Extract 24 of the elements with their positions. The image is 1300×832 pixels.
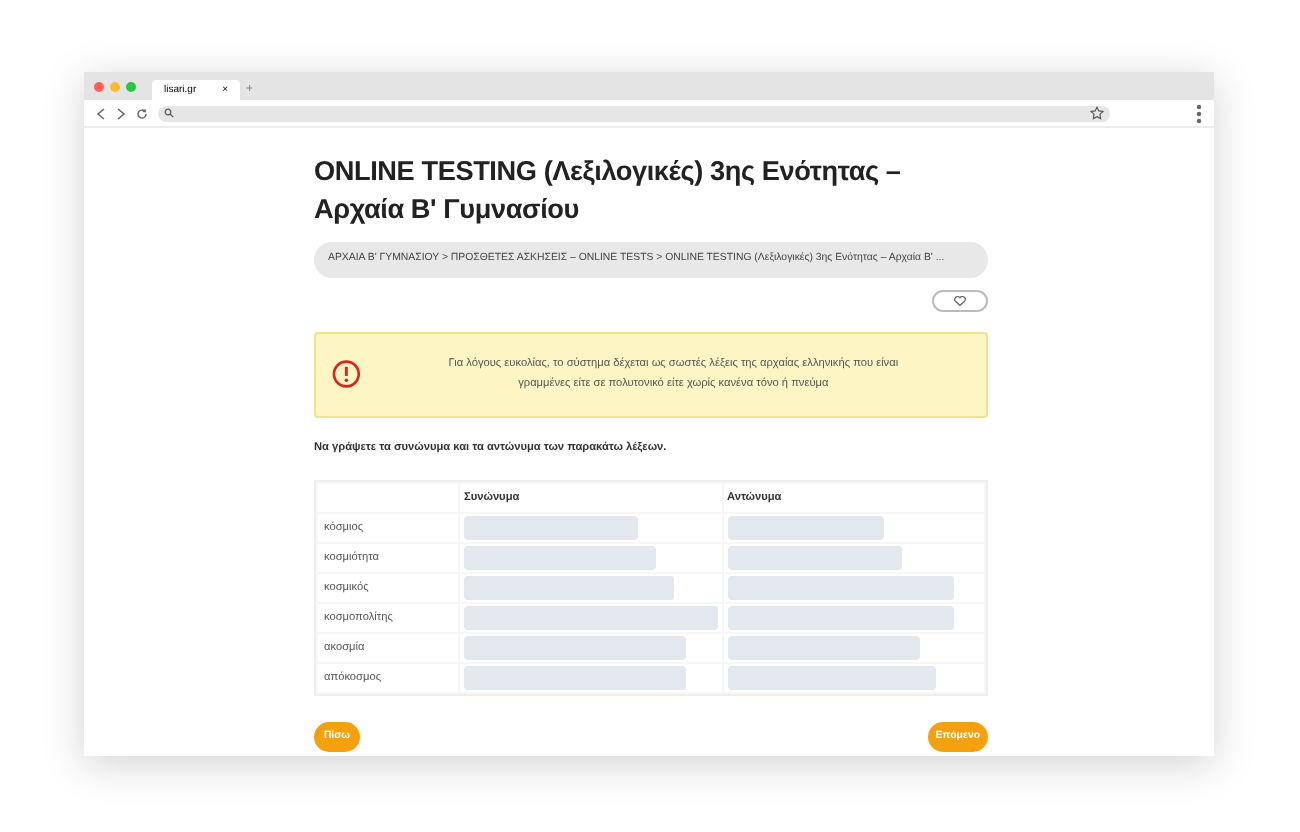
- star-icon[interactable]: [1090, 106, 1104, 120]
- synonym-field[interactable]: [464, 546, 657, 571]
- antonym-field[interactable]: [727, 636, 920, 661]
- synonym-field[interactable]: [464, 516, 639, 541]
- forward-icon[interactable]: [116, 107, 126, 119]
- back-icon[interactable]: [96, 107, 106, 119]
- antonym-field[interactable]: [727, 666, 937, 691]
- like-button[interactable]: [932, 289, 988, 312]
- search-icon: [164, 108, 174, 118]
- synonym-field[interactable]: [464, 636, 687, 661]
- synonym-field[interactable]: [464, 576, 674, 601]
- menu-icon[interactable]: [1196, 103, 1202, 123]
- antonym-field[interactable]: [727, 546, 902, 571]
- heart-icon: [954, 295, 966, 306]
- antonym-field[interactable]: [727, 606, 955, 631]
- close-window-icon[interactable]: [94, 81, 104, 91]
- page-title: ONLINE TESTING (Λεξιλογικές) 3ης Ενότητας – Αρχαία Β' Γυμνασίου: [314, 154, 903, 228]
- synonym-field[interactable]: [464, 666, 687, 691]
- synonym-field[interactable]: [464, 606, 717, 631]
- antonym-field[interactable]: [727, 516, 884, 541]
- minimize-window-icon[interactable]: [110, 81, 120, 91]
- maximize-window-icon[interactable]: [126, 81, 136, 91]
- antonym-field[interactable]: [727, 576, 955, 601]
- reload-icon[interactable]: [136, 107, 148, 119]
